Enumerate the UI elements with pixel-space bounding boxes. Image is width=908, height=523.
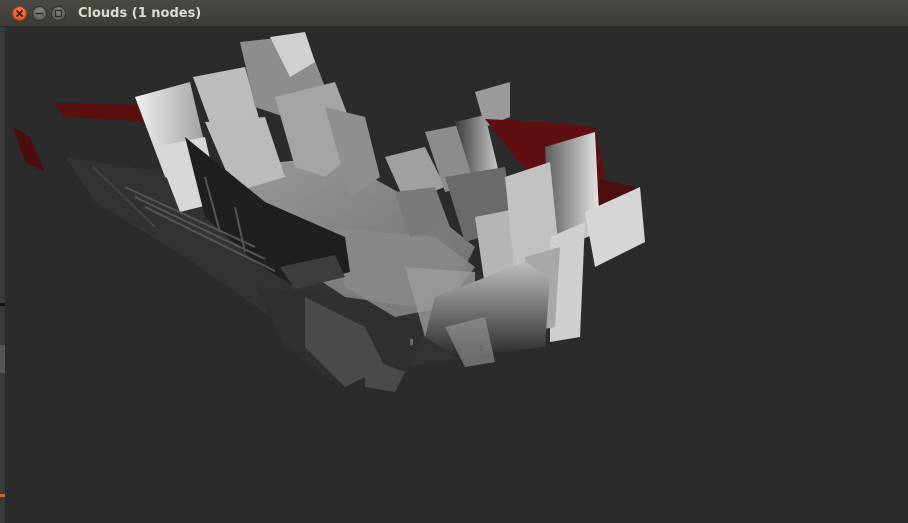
maximize-icon xyxy=(54,9,63,18)
close-icon xyxy=(16,10,23,17)
point-cloud-viewport[interactable] xyxy=(5,27,908,523)
window-titlebar[interactable]: Clouds (1 nodes) xyxy=(0,0,908,27)
point-cloud-render xyxy=(13,32,645,392)
clouds-window: Clouds (1 nodes) xyxy=(0,0,908,523)
window-title: Clouds (1 nodes) xyxy=(78,6,202,21)
maximize-button[interactable] xyxy=(51,6,66,21)
minimize-button[interactable] xyxy=(32,6,47,21)
close-button[interactable] xyxy=(12,6,27,21)
minimize-icon xyxy=(35,12,44,15)
